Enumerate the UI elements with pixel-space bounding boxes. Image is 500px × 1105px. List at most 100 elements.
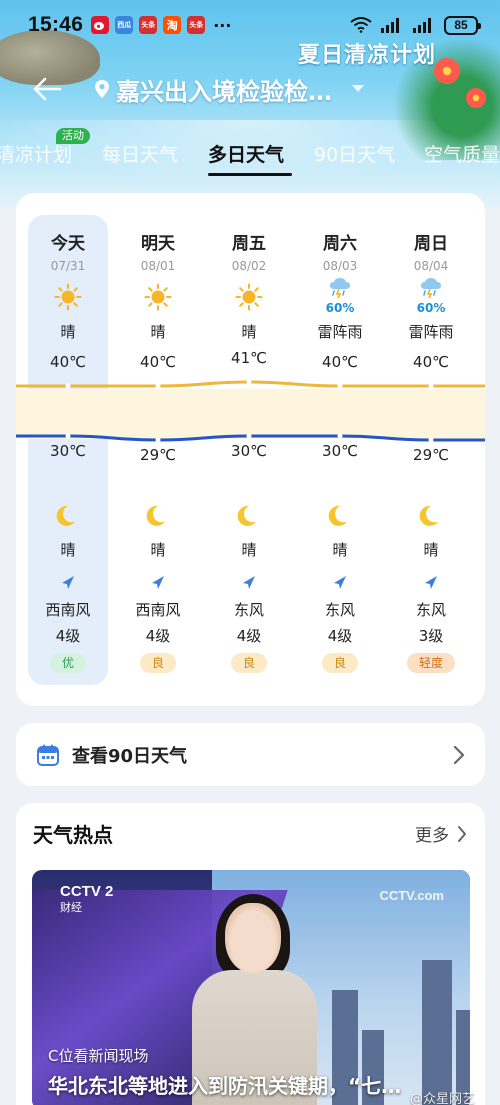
day-name: 周五 <box>232 234 266 254</box>
night-condition: 晴 <box>332 541 348 559</box>
moon-icon <box>56 503 82 529</box>
wind-direction: 西南风 <box>45 601 91 619</box>
day-condition: 晴 <box>60 323 76 341</box>
wind-direction: 东风 <box>415 601 446 619</box>
high-temp: 40℃ <box>322 353 358 371</box>
tab-air-quality[interactable]: 空气质量 <box>424 140 500 167</box>
wind-direction-icon <box>332 575 348 591</box>
view-90-day-label: 查看90日天气 <box>72 745 188 767</box>
active-tab-indicator <box>208 173 292 176</box>
sunny-icon <box>144 283 172 311</box>
moon-icon <box>146 503 172 529</box>
low-temp: 29℃ <box>140 446 176 464</box>
wind-direction: 东风 <box>324 601 355 619</box>
corner-logo: CCTV.com <box>379 888 444 903</box>
summer-promo-banner[interactable]: 夏日清凉计划 <box>298 37 436 69</box>
status-app-icons: 西瓜 头条 淘 头条 ··· <box>91 16 231 35</box>
aqi-badge: 良 <box>322 653 358 673</box>
day-name: 周日 <box>414 234 448 254</box>
news-anchor <box>225 903 281 973</box>
low-temp: 29℃ <box>413 446 449 464</box>
moon-icon <box>419 503 445 529</box>
night-condition: 晴 <box>60 541 76 559</box>
weibo-watermark: @众星网艺 <box>409 1092 475 1105</box>
day-column[interactable]: 周日 08/04 60% 雷阵雨 40℃ 29℃ 晴东风 3级 轻度 <box>386 215 476 685</box>
view-tabs: 活动 清凉计划 每日天气 多日天气 90日天气 空气质量 <box>0 128 500 178</box>
thunder-rain-icon <box>328 277 352 299</box>
moon-icon <box>328 503 354 529</box>
video-headline: 华北东北等地进入到防汛关键期，“七… <box>48 1074 402 1098</box>
aqi-badge: 良 <box>231 653 267 673</box>
precipitation-chance: 60% <box>325 301 355 315</box>
high-temp: 40℃ <box>50 353 86 371</box>
weibo-icon <box>91 16 110 34</box>
day-condition: 雷阵雨 <box>408 323 454 341</box>
day-date: 08/02 <box>231 259 267 273</box>
weather-news-card: 天气热点 更多 CCTV 2 财经 CCTV.com C位看新闻现场 华北东北等… <box>16 803 485 1105</box>
back-arrow-icon <box>33 77 62 101</box>
channel-name: CCTV 2 <box>60 883 114 900</box>
sunny-icon <box>235 283 263 311</box>
more-label: 更多 <box>415 826 449 846</box>
thunder-rain-icon <box>419 277 443 299</box>
aqi-badge: 良 <box>140 653 176 673</box>
day-column[interactable]: 明天 08/01 晴 40℃ 29℃ 晴西南风 4级良 <box>113 215 203 685</box>
signal-icon <box>413 18 431 33</box>
taobao-icon: 淘 <box>163 16 182 34</box>
day-condition: 晴 <box>150 323 166 341</box>
day-column[interactable]: 周六 08/03 60% 雷阵雨 40℃ 30℃ 晴东风 4级良 <box>295 215 385 685</box>
day-column[interactable]: 周五 08/02 晴 41℃ 30℃ 晴东风 4级良 <box>204 215 294 685</box>
day-date: 08/04 <box>413 259 449 273</box>
tab-cool-plan[interactable]: 清凉计划 <box>0 140 72 167</box>
location-pin-icon <box>95 80 109 98</box>
day-date: 08/03 <box>322 259 358 273</box>
tab-multi-day-weather[interactable]: 多日天气 <box>208 140 284 167</box>
high-temp: 40℃ <box>140 353 176 371</box>
back-button[interactable] <box>30 72 64 106</box>
precipitation-chance: 60% <box>416 301 446 315</box>
wind-level: 4级 <box>327 627 353 645</box>
news-video-thumbnail[interactable]: CCTV 2 财经 CCTV.com C位看新闻现场 华北东北等地进入到防汛关键… <box>32 870 470 1105</box>
night-condition: 晴 <box>150 541 166 559</box>
location-bar: 嘉兴出入境检验检… <box>0 68 500 110</box>
wind-direction-icon <box>241 575 257 591</box>
status-indicators: 85 <box>350 15 481 35</box>
wind-level: 4级 <box>236 627 262 645</box>
day-condition: 晴 <box>241 323 257 341</box>
day-condition: 雷阵雨 <box>317 323 363 341</box>
day-name: 周六 <box>323 234 357 254</box>
wifi-icon <box>350 17 372 33</box>
high-temp: 41℃ <box>231 349 267 367</box>
wind-level: 4级 <box>55 627 81 645</box>
app-icon: 头条 <box>187 16 206 34</box>
header-banner: 15:46 西瓜 头条 淘 头条 ··· 85 夏日清凉计划 嘉兴出入境检验检…… <box>0 0 500 210</box>
more-notifications-icon: ··· <box>213 15 232 35</box>
signal-icon <box>381 18 399 33</box>
low-temp: 30℃ <box>322 442 358 460</box>
wind-level: 3级 <box>418 627 444 645</box>
wind-direction-icon <box>423 575 439 591</box>
tab-daily-weather[interactable]: 每日天气 <box>102 140 178 167</box>
calendar-icon <box>37 744 59 766</box>
section-title: 天气热点 <box>33 823 113 847</box>
status-time: 15:46 <box>28 13 84 36</box>
location-selector[interactable]: 嘉兴出入境检验检… <box>94 72 364 107</box>
tab-90-day-weather[interactable]: 90日天气 <box>314 140 395 167</box>
app-icon: 头条 <box>139 16 158 34</box>
view-90-day-link[interactable]: 查看90日天气 <box>16 723 485 786</box>
night-condition: 晴 <box>241 541 257 559</box>
battery-indicator: 85 <box>444 15 481 35</box>
wind-level: 4级 <box>145 627 171 645</box>
wind-direction-icon <box>150 575 166 591</box>
day-name: 今天 <box>51 234 85 254</box>
day-date: 08/01 <box>140 259 176 273</box>
night-condition: 晴 <box>423 541 439 559</box>
low-temp: 30℃ <box>50 442 86 460</box>
day-name: 明天 <box>141 234 175 254</box>
day-column[interactable]: 今天 07/31 晴 40℃ 30℃ 晴西南风 4级优 <box>23 215 113 685</box>
sunny-icon <box>54 283 82 311</box>
more-news-link[interactable]: 更多 <box>415 821 467 846</box>
chevron-right-icon <box>453 745 465 764</box>
chevron-right-icon <box>458 825 466 842</box>
day-date: 07/31 <box>50 259 86 273</box>
